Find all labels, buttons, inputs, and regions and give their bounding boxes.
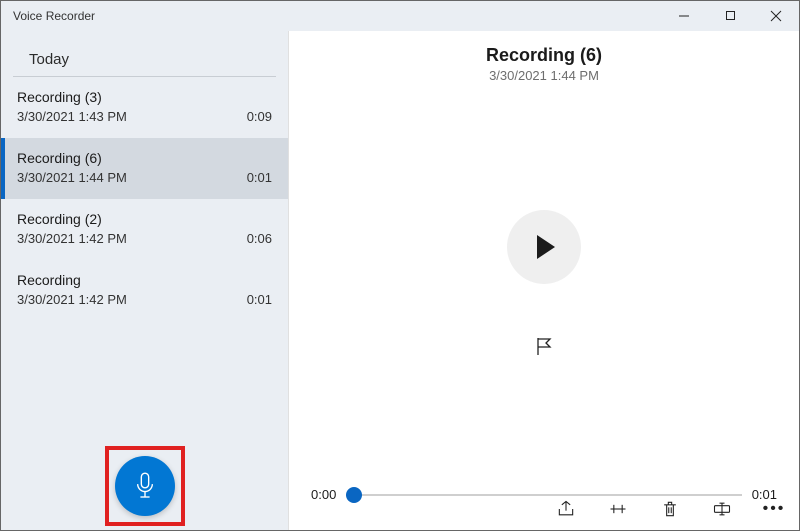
recording-item[interactable]: Recording 3/30/2021 1:42 PM 0:01 (1, 260, 288, 321)
trash-icon (660, 499, 680, 519)
time-current: 0:00 (311, 487, 336, 502)
rename-icon (712, 499, 732, 519)
titlebar: Voice Recorder (1, 1, 799, 31)
recording-name: Recording (2) (17, 211, 272, 227)
section-header: Today (13, 31, 276, 77)
add-marker-button[interactable] (530, 332, 558, 360)
trim-button[interactable] (605, 496, 631, 522)
recording-item[interactable]: Recording (2) 3/30/2021 1:42 PM 0:06 (1, 199, 288, 260)
maximize-button[interactable] (707, 1, 753, 30)
microphone-icon (134, 471, 156, 501)
trim-icon (608, 499, 628, 519)
more-button[interactable]: ••• (761, 496, 787, 522)
recording-date: 3/30/2021 1:42 PM (17, 231, 127, 246)
recording-name: Recording (17, 272, 272, 288)
playback-area (507, 83, 581, 487)
detail-date: 3/30/2021 1:44 PM (489, 68, 599, 83)
timeline-thumb[interactable] (346, 487, 362, 503)
detail-toolbar: ••• (553, 496, 787, 522)
recording-item[interactable]: Recording (6) 3/30/2021 1:44 PM 0:01 (1, 138, 288, 199)
delete-button[interactable] (657, 496, 683, 522)
recordings-sidebar: Today Recording (3) 3/30/2021 1:43 PM 0:… (1, 31, 289, 530)
recording-duration: 0:01 (247, 170, 272, 185)
play-button[interactable] (507, 210, 581, 284)
minimize-button[interactable] (661, 1, 707, 30)
detail-title: Recording (6) (486, 45, 602, 66)
recording-name: Recording (6) (17, 150, 272, 166)
share-button[interactable] (553, 496, 579, 522)
recording-duration: 0:01 (247, 292, 272, 307)
recording-detail: Recording (6) 3/30/2021 1:44 PM 0:00 (289, 31, 799, 530)
recording-duration: 0:06 (247, 231, 272, 246)
recording-name: Recording (3) (17, 89, 272, 105)
share-icon (556, 499, 576, 519)
record-button-highlight (105, 446, 185, 526)
app-body: Today Recording (3) 3/30/2021 1:43 PM 0:… (1, 31, 799, 530)
window-controls (661, 1, 799, 30)
rename-button[interactable] (709, 496, 735, 522)
app-window: Voice Recorder Today Recording (3) 3/30/… (0, 0, 800, 531)
record-button[interactable] (115, 456, 175, 516)
recording-item[interactable]: Recording (3) 3/30/2021 1:43 PM 0:09 (1, 77, 288, 138)
recording-duration: 0:09 (247, 109, 272, 124)
play-icon (537, 235, 555, 259)
recording-date: 3/30/2021 1:44 PM (17, 170, 127, 185)
close-button[interactable] (753, 1, 799, 30)
flag-icon (533, 335, 555, 357)
recording-date: 3/30/2021 1:42 PM (17, 292, 127, 307)
recording-date: 3/30/2021 1:43 PM (17, 109, 127, 124)
ellipsis-icon: ••• (763, 500, 786, 518)
window-title: Voice Recorder (1, 9, 661, 23)
